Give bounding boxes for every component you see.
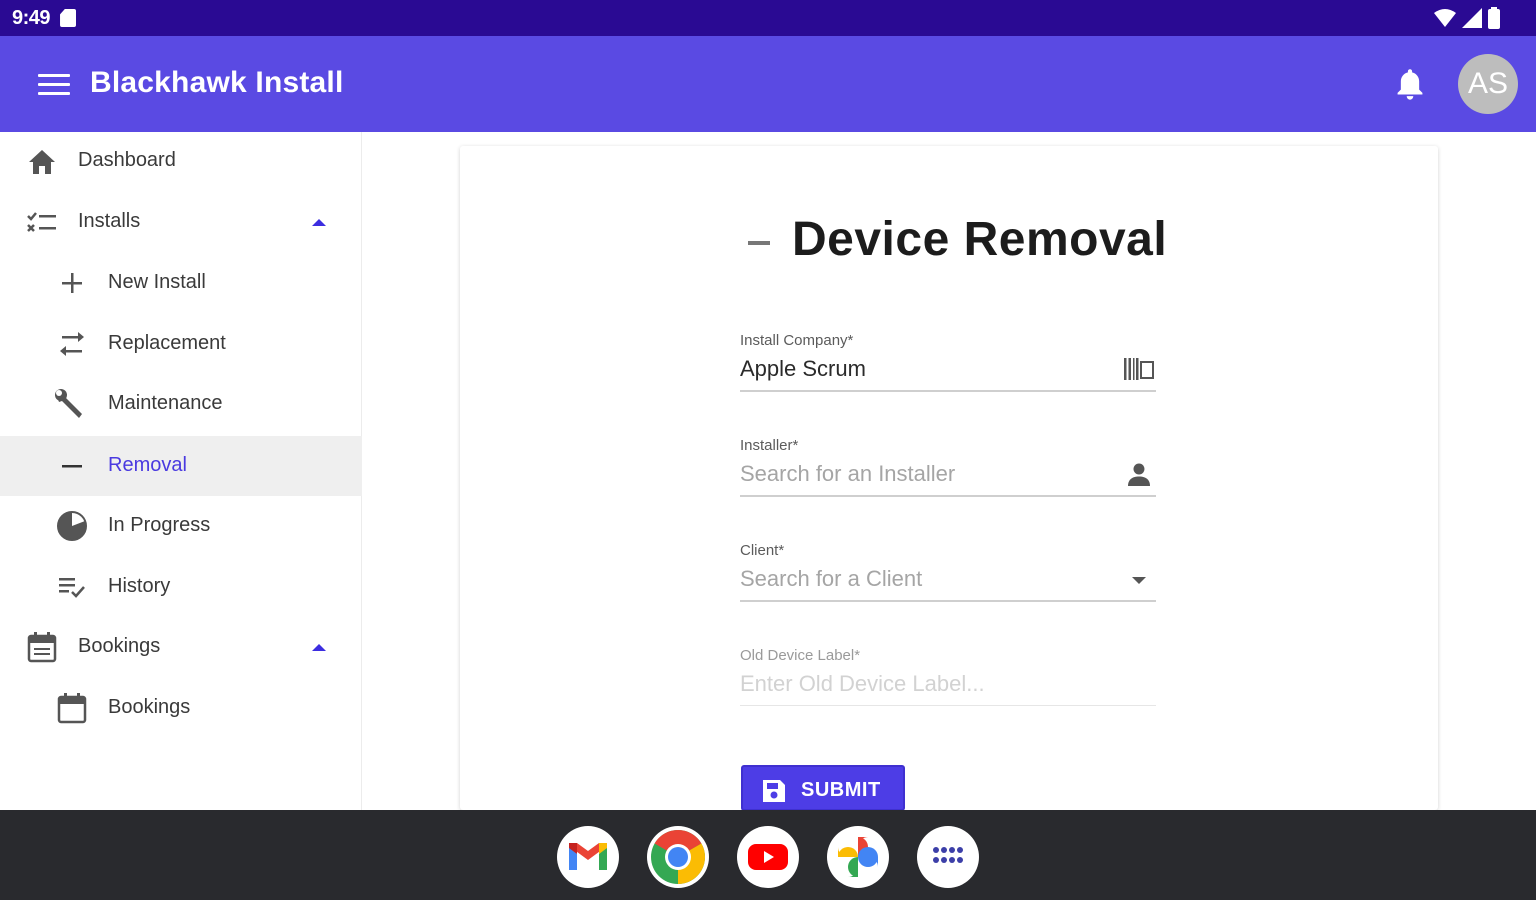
signal-icon [1462, 8, 1482, 28]
sidebar-item-label: Dashboard [78, 149, 176, 171]
person-icon [1122, 457, 1156, 491]
user-avatar[interactable]: AS [1458, 54, 1518, 114]
field-label: Client* [740, 542, 785, 559]
field-label: Old Device Label* [740, 647, 861, 664]
photos-icon[interactable] [827, 826, 889, 888]
hamburger-menu-icon[interactable] [38, 74, 70, 96]
save-icon [763, 780, 785, 802]
field-underline [740, 705, 1156, 706]
calendar-icon [25, 630, 59, 664]
dropdown-arrow-icon[interactable] [1132, 577, 1146, 584]
pie-icon [55, 509, 89, 543]
field-underline [740, 495, 1156, 497]
sidebar-item-label: Bookings [78, 635, 161, 657]
sidebar-item-label: Bookings [108, 696, 191, 718]
wifi-icon [1434, 9, 1456, 27]
home-icon [25, 145, 59, 179]
battery-icon [1488, 7, 1500, 29]
chevron-up-icon[interactable] [312, 644, 326, 651]
device-removal-card: Device Removal Install Company* Apple Sc… [460, 146, 1438, 811]
gmail-icon[interactable] [557, 826, 619, 888]
minus-icon [748, 241, 770, 245]
sidebar-item-label: Installs [78, 210, 141, 232]
sidebar-item-in-progress[interactable]: In Progress [0, 496, 362, 556]
chrome-icon[interactable] [647, 826, 709, 888]
installer-input[interactable]: Search for an Installer [740, 461, 955, 487]
page-title: Device Removal [792, 213, 1168, 266]
sidebar-item-bookings[interactable]: Bookings [0, 678, 362, 738]
field-underline [740, 600, 1156, 602]
sidebar: Dashboard Installs New Install Replaceme… [0, 132, 362, 810]
notification-bell-icon[interactable] [1394, 68, 1426, 102]
submit-button[interactable]: SUBMIT [741, 765, 905, 811]
install-company-value: Apple Scrum [740, 356, 866, 381]
sidebar-item-replacement[interactable]: Replacement [0, 314, 362, 374]
installer-field[interactable]: Installer* Search for an Installer [740, 437, 1156, 507]
plus-icon [55, 266, 89, 300]
client-input[interactable]: Search for a Client [740, 566, 922, 592]
chevron-up-icon[interactable] [312, 219, 326, 226]
calendar-icon [55, 691, 89, 725]
sidebar-item-label: Removal [108, 454, 187, 476]
sidebar-item-dashboard[interactable]: Dashboard [0, 132, 362, 192]
sidebar-item-history[interactable]: History [0, 557, 362, 617]
status-icons [1434, 7, 1500, 29]
swap-icon [55, 327, 89, 361]
sidebar-item-label: History [108, 575, 171, 597]
sidebar-item-maintenance[interactable]: Maintenance [0, 374, 362, 434]
install-company-field[interactable]: Install Company* Apple Scrum [740, 332, 1156, 402]
sidebar-item-new-install[interactable]: New Install [0, 253, 362, 313]
sidebar-item-removal[interactable]: Removal [0, 436, 362, 496]
sidebar-item-label: In Progress [108, 514, 211, 536]
sidebar-item-label: Replacement [108, 332, 226, 354]
field-underline [740, 390, 1156, 392]
minus-icon [55, 449, 89, 483]
submit-label: SUBMIT [801, 779, 881, 801]
taskbar [0, 810, 1536, 900]
field-label: Installer* [740, 437, 799, 454]
sidebar-item-bookings-group[interactable]: Bookings [0, 617, 362, 677]
history-list-icon [55, 570, 89, 604]
sidebar-item-label: Maintenance [108, 392, 223, 414]
barcode-scanner-icon[interactable] [1122, 352, 1156, 386]
client-field[interactable]: Client* Search for a Client [740, 542, 1156, 612]
app-bar: Blackhawk Install AS [0, 36, 1536, 132]
old-device-label-field[interactable]: Old Device Label* Enter Old Device Label… [740, 647, 1156, 717]
sd-card-icon [60, 9, 77, 27]
status-time: 9:49 [12, 6, 51, 29]
checklist-icon [25, 205, 59, 239]
field-label: Install Company* [740, 332, 854, 349]
status-bar: 9:49 [0, 0, 1536, 36]
wrench-icon [52, 386, 86, 420]
app-launcher-icon[interactable] [917, 826, 979, 888]
sidebar-item-label: New Install [108, 271, 206, 293]
youtube-icon[interactable] [737, 826, 799, 888]
sidebar-item-installs[interactable]: Installs [0, 192, 362, 252]
app-title: Blackhawk Install [90, 66, 344, 99]
old-device-label-input[interactable]: Enter Old Device Label... [740, 671, 985, 697]
